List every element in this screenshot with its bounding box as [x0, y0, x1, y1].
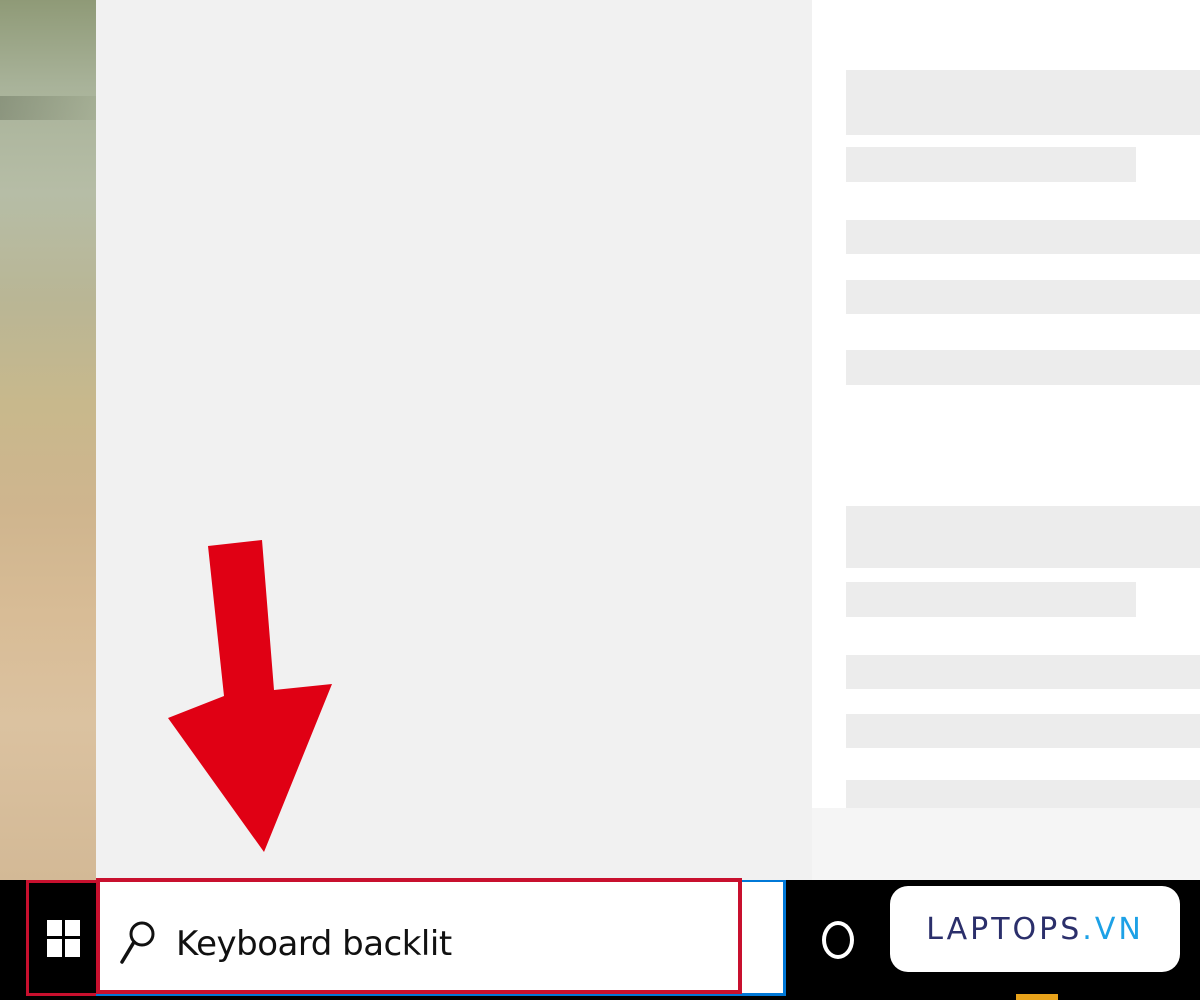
placeholder-line	[846, 582, 1136, 617]
search-input[interactable]: Keyboard backlit	[176, 920, 452, 968]
down-arrow-icon	[168, 540, 332, 852]
placeholder-line	[846, 147, 1136, 182]
placeholder-line	[846, 280, 1200, 314]
windows-logo-icon	[47, 919, 80, 957]
placeholder-line	[846, 714, 1200, 748]
watermark-logo: LAPTOPS.VN	[890, 886, 1180, 972]
search-icon	[120, 921, 155, 964]
taskbar-app-indicator	[1016, 994, 1058, 1000]
cortana-icon	[822, 921, 854, 959]
placeholder-title-bar	[846, 506, 1200, 568]
placeholder-title-bar	[846, 70, 1200, 135]
cortana-button[interactable]	[815, 917, 861, 963]
placeholder-line	[846, 655, 1200, 689]
desktop-wallpaper	[0, 0, 96, 880]
placeholder-line	[846, 350, 1200, 385]
placeholder-line	[846, 220, 1200, 254]
watermark-text-main: LAPTOPS	[926, 911, 1083, 947]
watermark-text-accent: .VN	[1082, 911, 1144, 947]
placeholder-footer	[846, 780, 1200, 808]
start-button[interactable]	[26, 880, 98, 996]
